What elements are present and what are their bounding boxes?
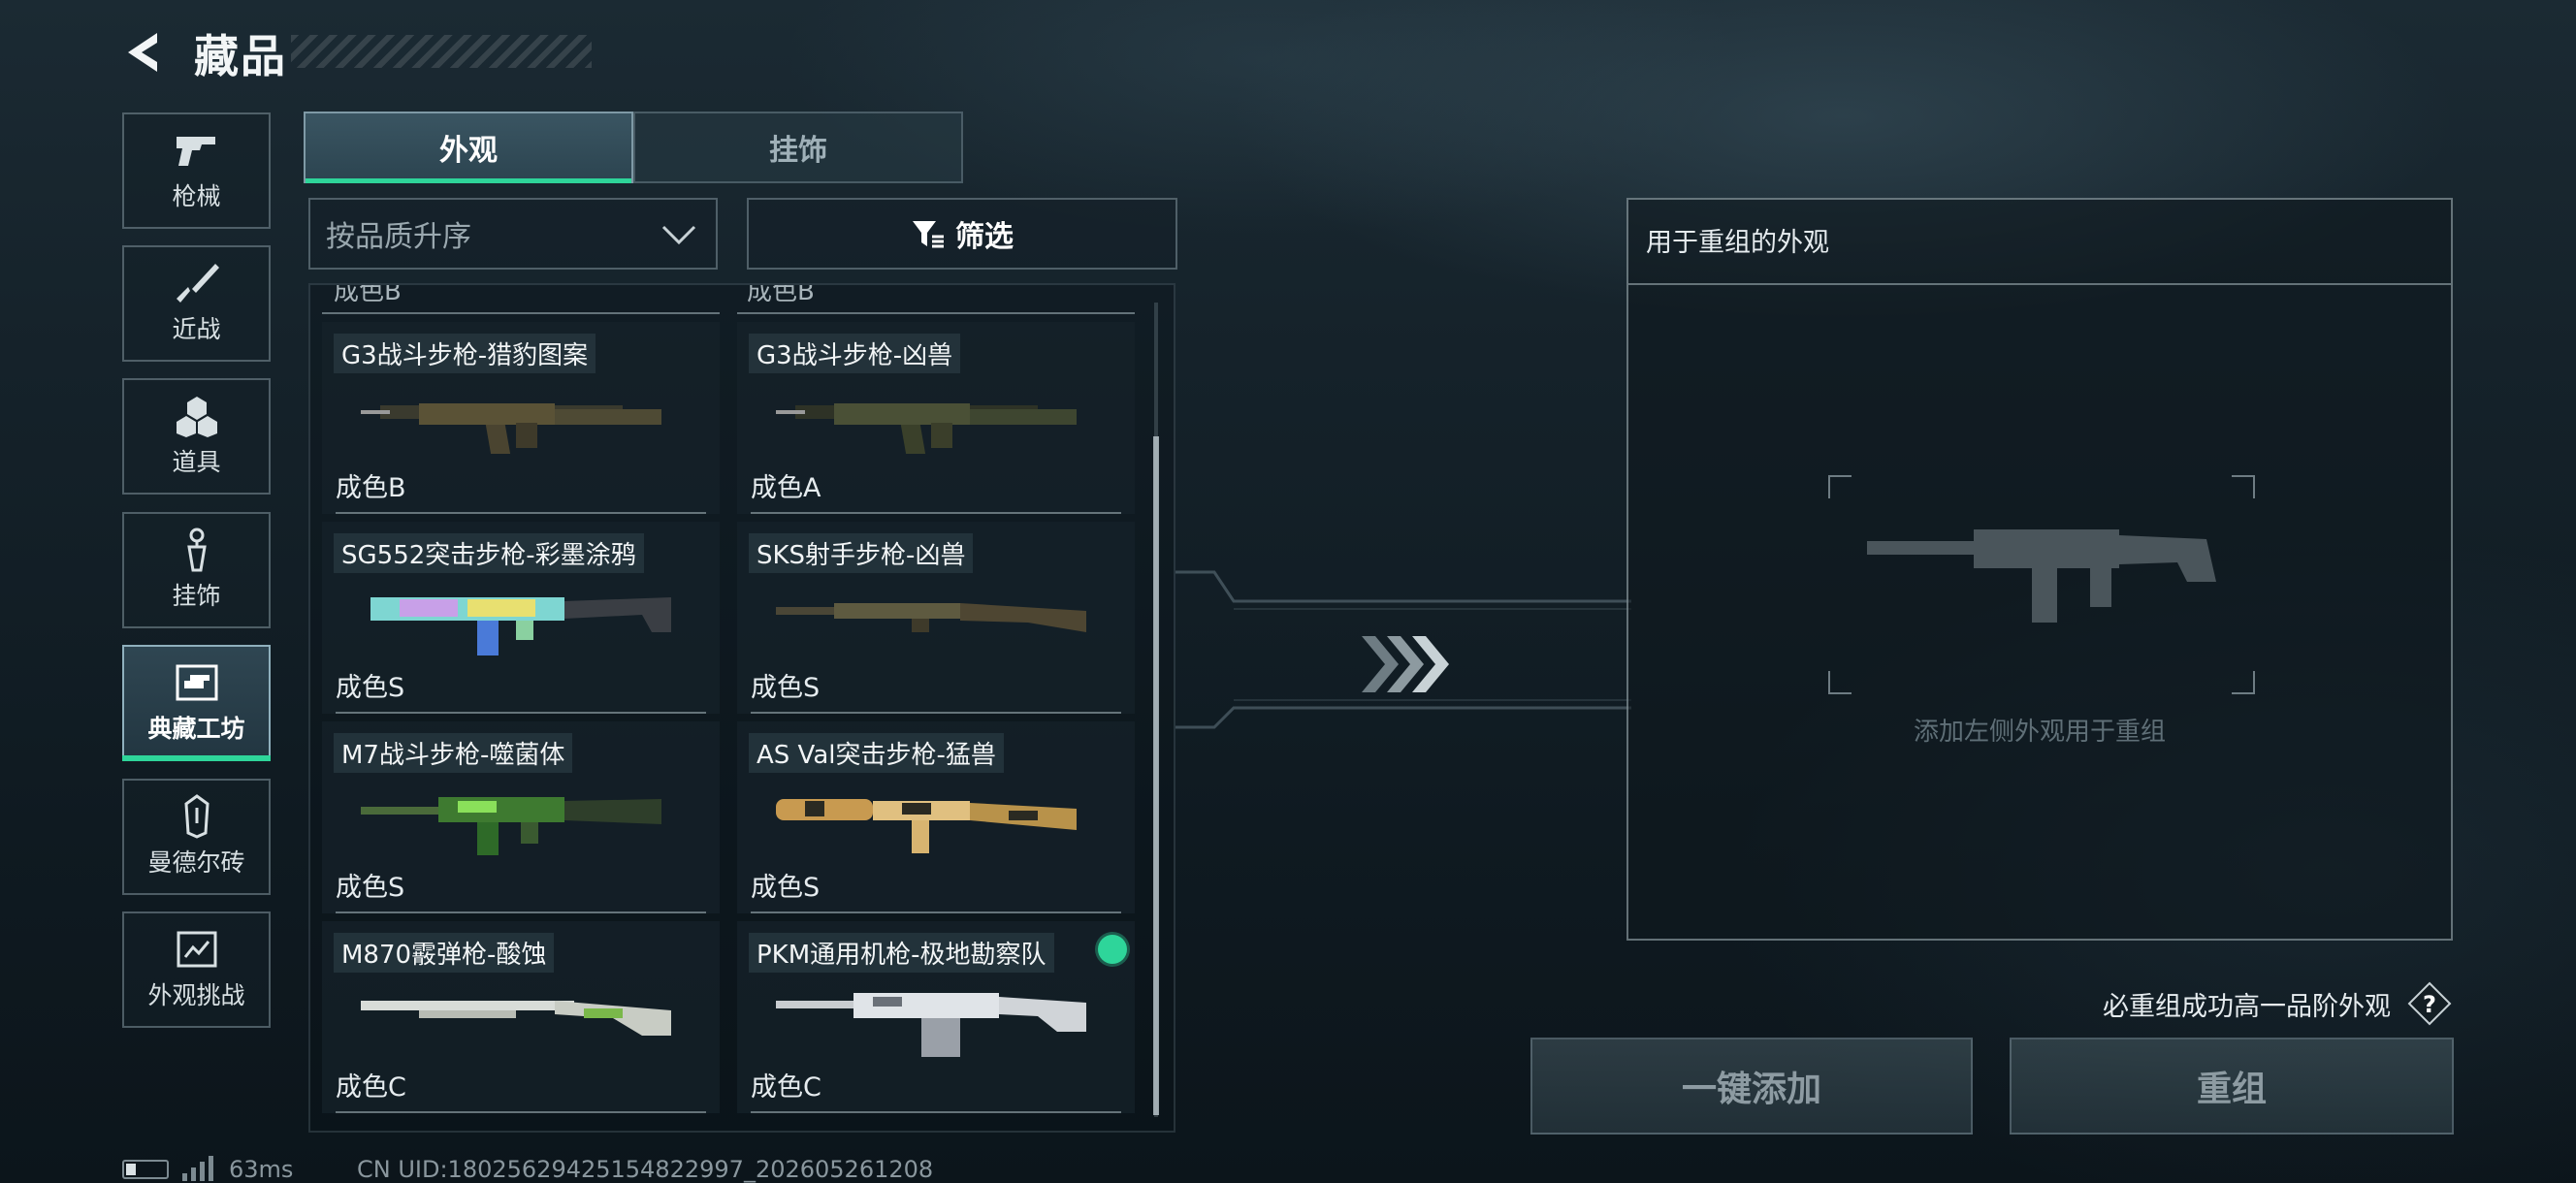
back-arrow-icon bbox=[128, 33, 157, 72]
item-name: G3战斗步枪-猎豹图案 bbox=[334, 334, 596, 373]
sort-value: 按品质升序 bbox=[326, 220, 471, 254]
back-button[interactable] bbox=[118, 27, 169, 78]
peek-grade: 成色B bbox=[747, 283, 815, 306]
mandel-brick-icon bbox=[170, 794, 224, 839]
item-name: M870霰弹枪-酸蚀 bbox=[334, 933, 555, 973]
item-name: AS Val突击步枪-猛兽 bbox=[749, 733, 1004, 773]
item-grade: 成色S bbox=[336, 873, 405, 903]
panel-divider bbox=[1628, 283, 2451, 285]
row-divider bbox=[336, 1111, 706, 1113]
item-grade: 成色S bbox=[751, 873, 821, 903]
uid-text: CN UID:18025629425154822997_202605261208 bbox=[357, 1156, 934, 1183]
rifle-image bbox=[776, 799, 1077, 853]
row-divider bbox=[751, 712, 1121, 714]
selected-indicator bbox=[1098, 935, 1127, 964]
category-label: 挂饰 bbox=[172, 582, 221, 610]
row-divider bbox=[336, 911, 706, 913]
sort-dropdown[interactable]: 按品质升序 bbox=[308, 198, 718, 270]
category-label: 近战 bbox=[172, 315, 221, 343]
category-melee[interactable]: 近战 bbox=[122, 245, 271, 362]
list-item[interactable]: M7战斗步枪-噬菌体 成色S bbox=[322, 721, 720, 913]
category-appearance-challenge[interactable]: 外观挑战 bbox=[122, 911, 271, 1028]
add-all-label: 一键添加 bbox=[1681, 1070, 1821, 1109]
panel-hint: 添加左侧外观用于重组 bbox=[1913, 718, 2166, 747]
item-name: SG552突击步枪-彩墨涂鸦 bbox=[334, 533, 644, 573]
svg-text:?: ? bbox=[2423, 991, 2436, 1018]
gear-items-icon bbox=[170, 395, 224, 437]
machinegun-image bbox=[776, 993, 1086, 1057]
list-item[interactable]: M870霰弹枪-酸蚀 成色C bbox=[322, 921, 720, 1113]
filter-label: 筛选 bbox=[955, 220, 1014, 254]
reform-button[interactable]: 重组 bbox=[2010, 1038, 2454, 1135]
item-grade: 成色S bbox=[336, 673, 405, 703]
pistol-icon bbox=[170, 129, 224, 172]
signal-icon bbox=[182, 1156, 213, 1181]
list-item[interactable]: SG552突击步枪-彩墨涂鸦 成色S bbox=[322, 522, 720, 714]
add-all-button[interactable]: 一键添加 bbox=[1530, 1038, 1973, 1135]
scrollbar-thumb[interactable] bbox=[1153, 436, 1159, 1115]
tab-appearance[interactable]: 外观 bbox=[304, 112, 633, 183]
category-workshop[interactable]: 典藏工坊 bbox=[122, 645, 271, 761]
rifle-image bbox=[776, 603, 1086, 632]
panel-title: 用于重组的外观 bbox=[1646, 228, 1829, 258]
rifle-image bbox=[776, 403, 1077, 454]
item-grade: 成色S bbox=[751, 673, 821, 703]
rifle-image bbox=[370, 597, 671, 655]
item-name: M7战斗步枪-噬菌体 bbox=[334, 733, 573, 773]
list-item[interactable]: AS Val突击步枪-猛兽 成色S bbox=[737, 721, 1135, 913]
category-mandel-brick[interactable]: 曼德尔砖 bbox=[122, 779, 271, 895]
ping-text: 63ms bbox=[229, 1156, 294, 1183]
item-name: SKS射手步枪-凶兽 bbox=[749, 533, 974, 573]
list-item[interactable]: PKM通用机枪-极地勘察队 成色C bbox=[737, 921, 1135, 1113]
item-grade: 成色A bbox=[751, 473, 821, 503]
triple-chevron-right-icon bbox=[1362, 636, 1449, 692]
list-item[interactable]: G3战斗步枪-猎豹图案 成色B bbox=[322, 322, 720, 514]
item-grade: 成色B bbox=[336, 473, 406, 503]
reform-panel: 用于重组的外观 添加左侧外观用于重组 bbox=[1626, 198, 2453, 941]
challenge-icon bbox=[170, 928, 224, 971]
filter-button[interactable]: 筛选 bbox=[747, 198, 1177, 270]
item-name: PKM通用机枪-极地勘察队 bbox=[749, 933, 1054, 973]
workshop-icon bbox=[170, 661, 224, 704]
row-divider bbox=[336, 712, 706, 714]
rifle-image bbox=[361, 403, 661, 454]
tab-pendant[interactable]: 挂饰 bbox=[633, 112, 963, 183]
item-grade: 成色C bbox=[336, 1072, 406, 1103]
page-title: 藏品 bbox=[194, 30, 287, 82]
shotgun-image bbox=[361, 1001, 671, 1036]
category-label: 外观挑战 bbox=[147, 981, 245, 1009]
row-divider bbox=[336, 512, 706, 514]
filter-icon bbox=[913, 221, 944, 248]
row-divider bbox=[737, 312, 1135, 314]
list-item[interactable]: G3战斗步枪-凶兽 成色A bbox=[737, 322, 1135, 514]
peek-grade: 成色B bbox=[334, 283, 402, 306]
help-icon[interactable]: ? bbox=[2407, 981, 2452, 1026]
reform-slot[interactable] bbox=[1828, 475, 2255, 694]
category-items[interactable]: 道具 bbox=[122, 378, 271, 495]
reform-label: 重组 bbox=[2196, 1070, 2267, 1109]
reform-rule-text: 必重组成功高一品阶外观 bbox=[2103, 992, 2391, 1022]
rifle-placeholder-icon bbox=[1867, 529, 2216, 623]
battery-icon bbox=[122, 1160, 169, 1179]
rifle-image bbox=[361, 797, 661, 855]
category-label: 典藏工坊 bbox=[147, 715, 245, 743]
row-divider bbox=[751, 1111, 1121, 1113]
category-label: 枪械 bbox=[172, 182, 221, 210]
title-decoration bbox=[291, 35, 592, 68]
item-grade: 成色C bbox=[751, 1072, 821, 1103]
item-name: G3战斗步枪-凶兽 bbox=[749, 334, 961, 373]
row-divider bbox=[751, 512, 1121, 514]
appearance-list[interactable]: 成色B 成色B G3战斗步枪-猎豹图案 成色B G3战斗步枪-凶兽 成色A SG… bbox=[308, 283, 1175, 1133]
category-charms[interactable]: 挂饰 bbox=[122, 512, 271, 628]
chevron-down-icon bbox=[661, 225, 696, 245]
category-label: 曼德尔砖 bbox=[147, 848, 245, 877]
list-item[interactable]: SKS射手步枪-凶兽 成色S bbox=[737, 522, 1135, 714]
row-divider bbox=[751, 911, 1121, 913]
row-divider bbox=[322, 312, 720, 314]
charm-icon bbox=[170, 528, 224, 572]
category-guns[interactable]: 枪械 bbox=[122, 112, 271, 229]
knife-icon bbox=[170, 262, 224, 304]
category-label: 道具 bbox=[172, 448, 221, 476]
